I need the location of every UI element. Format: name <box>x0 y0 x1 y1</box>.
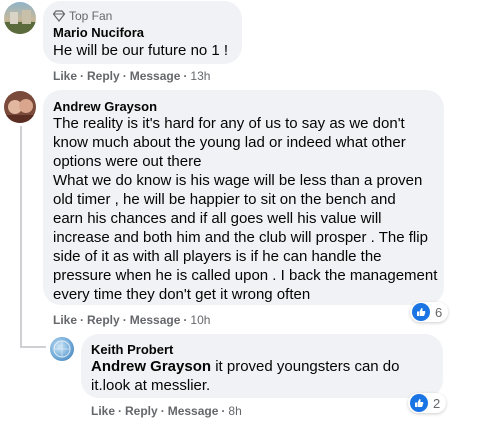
comment-line: The reality is it's hard for any of us t… <box>53 115 405 132</box>
timestamp[interactable]: 10h <box>190 313 210 327</box>
comment-line: Andrew Grayson it proved youngsters can … <box>91 357 399 376</box>
comment-actions: Like · Reply · Message · 13h <box>53 69 210 83</box>
like-button[interactable]: Like <box>53 313 77 327</box>
avatar-photo-icon <box>4 99 36 123</box>
comment-line-rest: it proved youngsters can do <box>211 358 400 375</box>
separator-dot: · <box>122 313 127 327</box>
comment-line: old timer , he will be happier to sit on… <box>53 191 396 208</box>
comment-line: side of it as with all players is if he … <box>53 248 382 265</box>
like-button[interactable]: Like <box>53 69 77 83</box>
comment-line: increase and both him and the club will … <box>53 229 428 246</box>
comment-line: it.look at messlier. <box>91 377 211 394</box>
thumbs-up-icon <box>410 394 428 412</box>
reply-button[interactable]: Reply <box>87 313 120 327</box>
comment-text: Andrew Grayson it proved youngsters can … <box>91 357 399 395</box>
comment-line: He will be our future no 1 ! <box>53 42 229 59</box>
separator-dot: · <box>183 69 188 83</box>
reaction-count: 6 <box>435 304 443 320</box>
timestamp[interactable]: 8h <box>228 404 241 418</box>
reaction-count: 2 <box>433 395 441 411</box>
avatar-mario-nucifora[interactable] <box>4 2 36 34</box>
like-button[interactable]: Like <box>91 404 115 418</box>
comment-line: pressure when he is called upon . I back… <box>53 267 438 284</box>
comment-line: options were out there <box>53 153 202 170</box>
reaction-summary[interactable]: 2 <box>408 393 447 413</box>
reply-thread-connector <box>20 346 46 348</box>
thumbs-up-icon <box>412 303 430 321</box>
comment-text: The reality is it's hard for any of us t… <box>53 114 437 304</box>
message-button[interactable]: Message <box>130 313 181 327</box>
comment-actions: Like · Reply · Message · 8h <box>91 404 242 418</box>
comment-actions: Like · Reply · Message · 10h <box>53 313 210 327</box>
comment-author[interactable]: Keith Probert <box>91 342 173 357</box>
comment-line: know much about the young lad or indeed … <box>53 134 406 151</box>
diamond-icon <box>53 10 65 22</box>
mention-link[interactable]: Andrew Grayson <box>91 358 211 375</box>
comment-author[interactable]: Mario Nucifora <box>53 25 144 40</box>
reply-thread-line <box>20 126 22 348</box>
comment-line: What we do know is his wage will be less… <box>53 172 423 189</box>
message-button[interactable]: Message <box>130 69 181 83</box>
comment-line: earn his chances and if all goes well hi… <box>53 210 382 227</box>
avatar-keith-probert[interactable] <box>50 337 74 361</box>
avatar-photo-icon <box>4 10 36 34</box>
badge-label: Top Fan <box>69 9 113 23</box>
separator-dot: · <box>122 69 127 83</box>
avatar-andrew-grayson[interactable] <box>4 91 36 123</box>
message-button[interactable]: Message <box>168 404 219 418</box>
comment-author[interactable]: Andrew Grayson <box>53 99 157 114</box>
separator-dot: · <box>118 404 123 418</box>
separator-dot: · <box>80 313 85 327</box>
reply-button[interactable]: Reply <box>125 404 158 418</box>
avatar-photo-icon <box>53 340 71 358</box>
separator-dot: · <box>183 313 188 327</box>
separator-dot: · <box>80 69 85 83</box>
timestamp[interactable]: 13h <box>190 69 210 83</box>
comment-line: every time they don't get it wrong often <box>53 286 311 303</box>
reply-button[interactable]: Reply <box>87 69 120 83</box>
reaction-summary[interactable]: 6 <box>410 302 449 322</box>
top-fan-badge: Top Fan <box>53 9 112 23</box>
comment-text: He will be our future no 1 ! <box>53 41 228 60</box>
separator-dot: · <box>160 404 165 418</box>
separator-dot: · <box>221 404 226 418</box>
